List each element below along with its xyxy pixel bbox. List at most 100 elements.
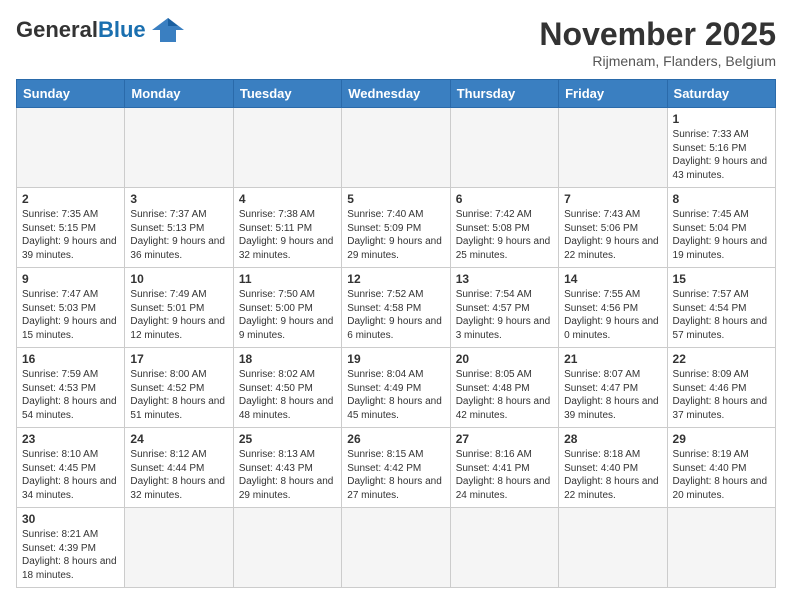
day-cell: 23Sunrise: 8:10 AM Sunset: 4:45 PM Dayli…	[17, 428, 125, 508]
day-number: 6	[456, 192, 553, 206]
day-number: 19	[347, 352, 444, 366]
day-cell: 21Sunrise: 8:07 AM Sunset: 4:47 PM Dayli…	[559, 348, 667, 428]
day-cell: 11 Sunrise: 7:50 AM Sunset: 5:00 PM Dayli…	[233, 268, 341, 348]
day-cell: 28Sunrise: 8:18 AM Sunset: 4:40 PM Dayli…	[559, 428, 667, 508]
day-cell: 22 Sunrise: 8:09 AM Sunset: 4:46 PM Dayli…	[667, 348, 775, 428]
day-info: Sunrise: 8:13 AM Sunset: 4:43 PM Dayligh…	[239, 448, 336, 502]
day-cell	[125, 508, 233, 588]
day-cell	[450, 508, 558, 588]
day-number: 30	[22, 512, 119, 526]
day-info: Sunrise: 7:38 AM Sunset: 5:11 PM Dayligh…	[239, 208, 336, 262]
header-friday: Friday	[559, 80, 667, 108]
day-number: 9	[22, 272, 119, 286]
logo-icon	[150, 16, 186, 44]
day-cell	[125, 108, 233, 188]
header-row: SundayMondayTuesdayWednesdayThursdayFrid…	[17, 80, 776, 108]
day-cell: 18Sunrise: 8:02 AM Sunset: 4:50 PM Dayli…	[233, 348, 341, 428]
day-cell: 1 Sunrise: 7:33 AM Sunset: 5:16 PM Daylig…	[667, 108, 775, 188]
day-number: 14	[564, 272, 661, 286]
day-info: Sunrise: 7:35 AM Sunset: 5:15 PM Dayligh…	[22, 208, 119, 262]
day-number: 21	[564, 352, 661, 366]
week-row-4: 23Sunrise: 8:10 AM Sunset: 4:45 PM Dayli…	[17, 428, 776, 508]
week-row-1: 2 Sunrise: 7:35 AM Sunset: 5:15 PM Daylig…	[17, 188, 776, 268]
day-cell	[559, 508, 667, 588]
day-cell	[667, 508, 775, 588]
day-number: 20	[456, 352, 553, 366]
day-cell: 24 Sunrise: 8:12 AM Sunset: 4:44 PM Dayli…	[125, 428, 233, 508]
day-info: Sunrise: 7:50 AM Sunset: 5:00 PM Dayligh…	[239, 288, 336, 342]
day-info: Sunrise: 8:18 AM Sunset: 4:40 PM Dayligh…	[564, 448, 661, 502]
day-info: Sunrise: 8:00 AM Sunset: 4:52 PM Dayligh…	[130, 368, 227, 422]
day-info: Sunrise: 8:09 AM Sunset: 4:46 PM Dayligh…	[673, 368, 770, 422]
day-cell: 9 Sunrise: 7:47 AM Sunset: 5:03 PM Daylig…	[17, 268, 125, 348]
day-number: 24	[130, 432, 227, 446]
header-monday: Monday	[125, 80, 233, 108]
day-number: 8	[673, 192, 770, 206]
logo-general: General	[16, 17, 98, 43]
day-info: Sunrise: 7:54 AM Sunset: 4:57 PM Dayligh…	[456, 288, 553, 342]
week-row-3: 16Sunrise: 7:59 AM Sunset: 4:53 PM Dayli…	[17, 348, 776, 428]
day-cell: 20Sunrise: 8:05 AM Sunset: 4:48 PM Dayli…	[450, 348, 558, 428]
day-number: 16	[22, 352, 119, 366]
day-number: 23	[22, 432, 119, 446]
day-info: Sunrise: 7:37 AM Sunset: 5:13 PM Dayligh…	[130, 208, 227, 262]
day-number: 25	[239, 432, 336, 446]
day-number: 7	[564, 192, 661, 206]
day-info: Sunrise: 8:12 AM Sunset: 4:44 PM Dayligh…	[130, 448, 227, 502]
day-cell	[233, 508, 341, 588]
day-number: 15	[673, 272, 770, 286]
day-number: 29	[673, 432, 770, 446]
day-cell: 19 Sunrise: 8:04 AM Sunset: 4:49 PM Dayli…	[342, 348, 450, 428]
day-number: 2	[22, 192, 119, 206]
day-cell: 25 Sunrise: 8:13 AM Sunset: 4:43 PM Dayli…	[233, 428, 341, 508]
day-number: 10	[130, 272, 227, 286]
day-number: 3	[130, 192, 227, 206]
day-info: Sunrise: 7:43 AM Sunset: 5:06 PM Dayligh…	[564, 208, 661, 262]
day-info: Sunrise: 8:04 AM Sunset: 4:49 PM Dayligh…	[347, 368, 444, 422]
day-number: 27	[456, 432, 553, 446]
day-cell: 10Sunrise: 7:49 AM Sunset: 5:01 PM Dayli…	[125, 268, 233, 348]
day-cell: 27 Sunrise: 8:16 AM Sunset: 4:41 PM Dayli…	[450, 428, 558, 508]
day-cell: 15 Sunrise: 7:57 AM Sunset: 4:54 PM Dayli…	[667, 268, 775, 348]
day-number: 22	[673, 352, 770, 366]
day-info: Sunrise: 8:15 AM Sunset: 4:42 PM Dayligh…	[347, 448, 444, 502]
day-cell: 26 Sunrise: 8:15 AM Sunset: 4:42 PM Dayli…	[342, 428, 450, 508]
day-number: 13	[456, 272, 553, 286]
day-info: Sunrise: 7:42 AM Sunset: 5:08 PM Dayligh…	[456, 208, 553, 262]
day-number: 11	[239, 272, 336, 286]
week-row-0: 1 Sunrise: 7:33 AM Sunset: 5:16 PM Daylig…	[17, 108, 776, 188]
day-info: Sunrise: 7:45 AM Sunset: 5:04 PM Dayligh…	[673, 208, 770, 262]
header-tuesday: Tuesday	[233, 80, 341, 108]
day-info: Sunrise: 8:21 AM Sunset: 4:39 PM Dayligh…	[22, 528, 119, 582]
header-saturday: Saturday	[667, 80, 775, 108]
day-number: 17	[130, 352, 227, 366]
day-number: 12	[347, 272, 444, 286]
day-number: 26	[347, 432, 444, 446]
day-info: Sunrise: 8:02 AM Sunset: 4:50 PM Dayligh…	[239, 368, 336, 422]
day-info: Sunrise: 7:55 AM Sunset: 4:56 PM Dayligh…	[564, 288, 661, 342]
logo-area: General Blue	[16, 16, 186, 44]
day-cell: 7 Sunrise: 7:43 AM Sunset: 5:06 PM Daylig…	[559, 188, 667, 268]
day-info: Sunrise: 8:16 AM Sunset: 4:41 PM Dayligh…	[456, 448, 553, 502]
day-cell: 13 Sunrise: 7:54 AM Sunset: 4:57 PM Dayli…	[450, 268, 558, 348]
calendar-body: 1 Sunrise: 7:33 AM Sunset: 5:16 PM Daylig…	[17, 108, 776, 588]
calendar-table: SundayMondayTuesdayWednesdayThursdayFrid…	[16, 79, 776, 588]
day-cell: 8 Sunrise: 7:45 AM Sunset: 5:04 PM Daylig…	[667, 188, 775, 268]
day-info: Sunrise: 7:47 AM Sunset: 5:03 PM Dayligh…	[22, 288, 119, 342]
week-row-5: 30 Sunrise: 8:21 AM Sunset: 4:39 PM Dayli…	[17, 508, 776, 588]
day-number: 4	[239, 192, 336, 206]
day-info: Sunrise: 7:33 AM Sunset: 5:16 PM Dayligh…	[673, 128, 770, 182]
day-info: Sunrise: 7:57 AM Sunset: 4:54 PM Dayligh…	[673, 288, 770, 342]
day-number: 5	[347, 192, 444, 206]
day-cell: 17 Sunrise: 8:00 AM Sunset: 4:52 PM Dayli…	[125, 348, 233, 428]
day-cell: 2 Sunrise: 7:35 AM Sunset: 5:15 PM Daylig…	[17, 188, 125, 268]
header-thursday: Thursday	[450, 80, 558, 108]
day-number: 1	[673, 112, 770, 126]
week-row-2: 9 Sunrise: 7:47 AM Sunset: 5:03 PM Daylig…	[17, 268, 776, 348]
day-cell	[233, 108, 341, 188]
day-info: Sunrise: 7:52 AM Sunset: 4:58 PM Dayligh…	[347, 288, 444, 342]
header: General Blue November 2025 Rijmenam, Fla…	[16, 16, 776, 69]
day-cell: 29Sunrise: 8:19 AM Sunset: 4:40 PM Dayli…	[667, 428, 775, 508]
day-cell	[17, 108, 125, 188]
header-wednesday: Wednesday	[342, 80, 450, 108]
